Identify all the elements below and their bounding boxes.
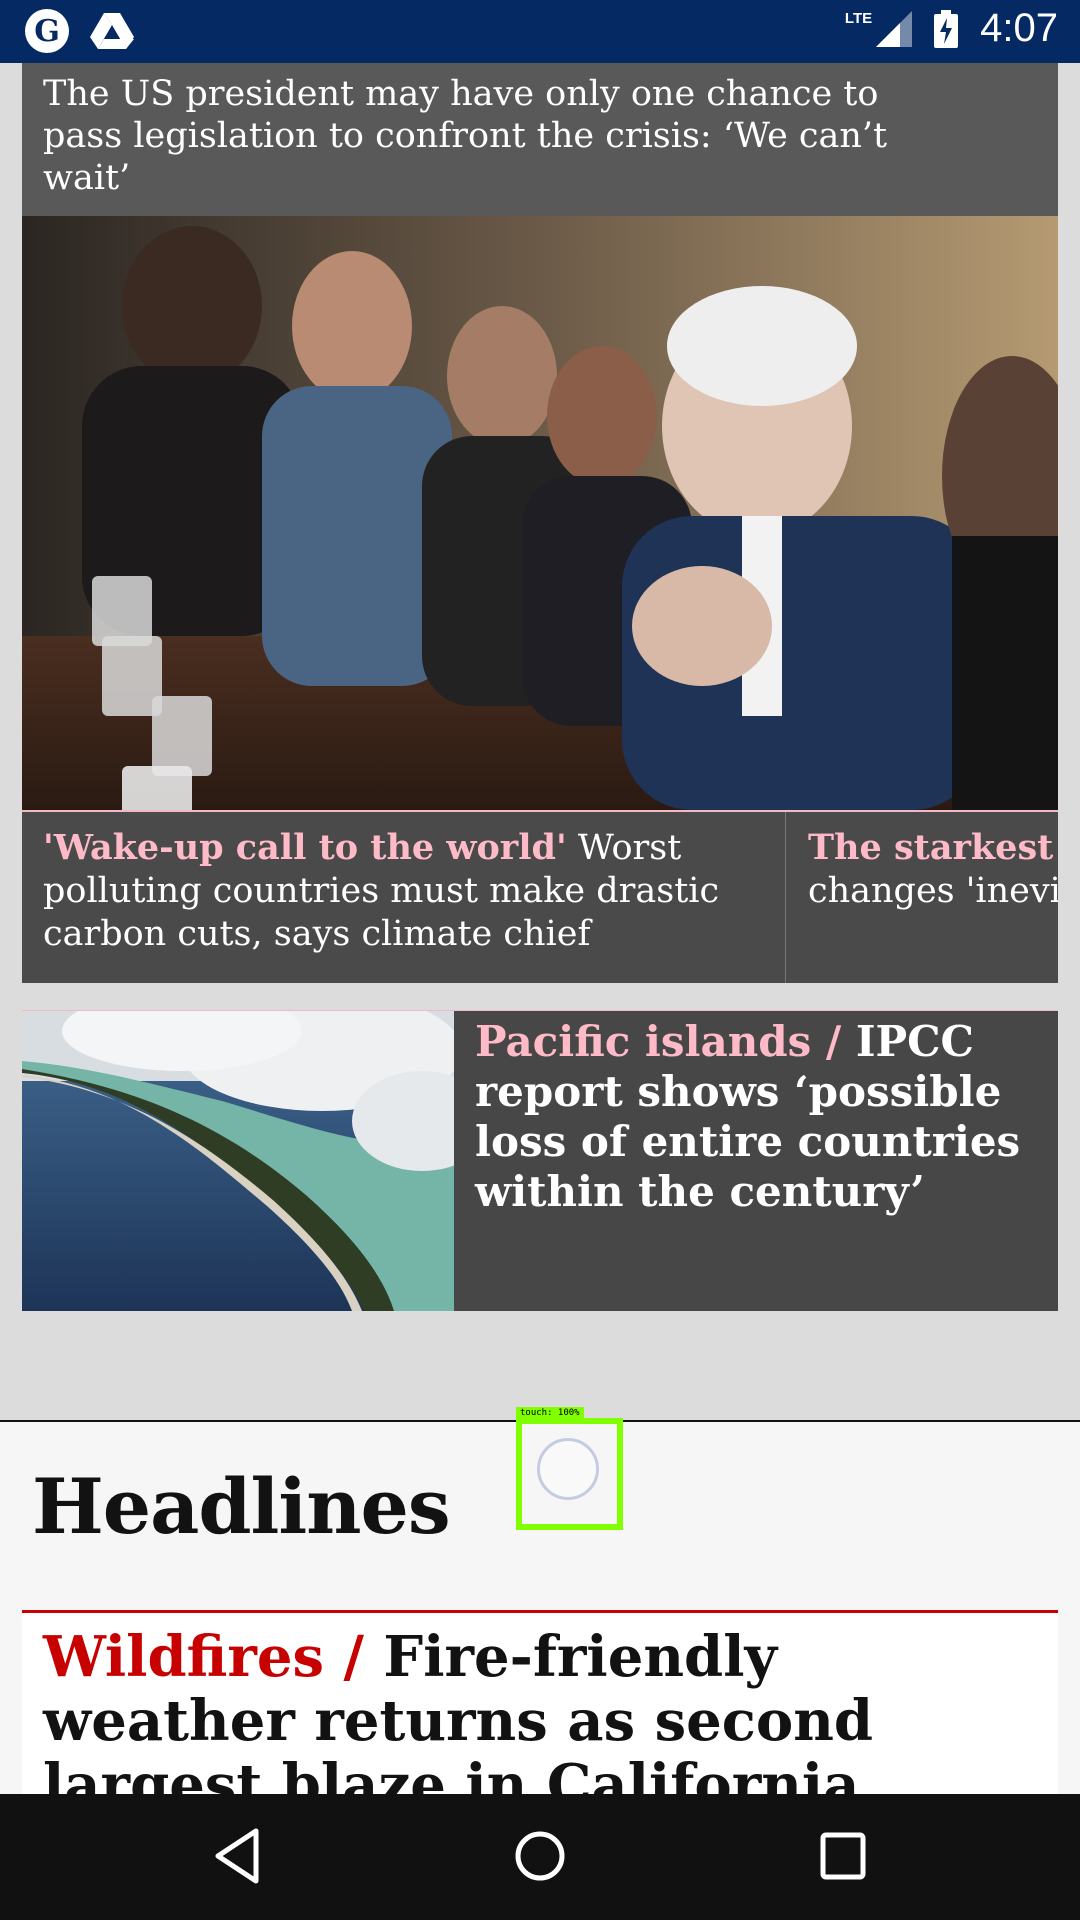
back-icon[interactable] <box>212 1827 262 1885</box>
cabinet-meeting-photo <box>22 216 1058 810</box>
svg-text:G: G <box>34 14 60 49</box>
atoll-photo <box>22 1011 454 1311</box>
recents-icon[interactable] <box>818 1827 868 1885</box>
article-kicker: Wildfires / <box>43 1624 364 1690</box>
network-type: LTE <box>844 10 873 27</box>
pacific-headline-block: Pacific islands / IPCC report shows ‘pos… <box>475 1017 1045 1217</box>
pacific-article-card[interactable]: Pacific islands / IPCC report shows ‘pos… <box>22 1010 1058 1311</box>
carousel-kicker: 'Wake-up call to the world' <box>43 827 567 868</box>
carousel-item[interactable]: The starkest w changes 'inevita <box>787 812 1058 983</box>
article-kicker: Pacific islands / <box>475 1017 842 1066</box>
top-article-card[interactable]: The US president may have only one chanc… <box>22 63 1058 216</box>
related-carousel[interactable]: 'Wake-up call to the world' Worst pollut… <box>22 810 1058 983</box>
wildfire-article-card[interactable]: Wildfires / Fire-friendly weather return… <box>22 1610 1058 1881</box>
signal-icon <box>876 10 913 47</box>
home-icon[interactable] <box>512 1827 568 1885</box>
touch-point <box>537 1438 599 1500</box>
carousel-headline: changes 'inevita <box>808 871 1058 911</box>
battery-charging-icon <box>934 9 959 48</box>
carousel-kicker: The starkest w <box>808 827 1058 868</box>
section-title: Headlines <box>32 1462 451 1551</box>
navigation-bar <box>0 1794 1080 1920</box>
guardian-logo-icon: G <box>25 9 69 53</box>
clock: 4:07 <box>980 6 1058 50</box>
status-bar: G LTE 4:07 <box>0 0 1080 63</box>
carousel-item[interactable]: 'Wake-up call to the world' Worst pollut… <box>22 812 786 983</box>
drive-icon <box>90 13 134 49</box>
hero-photo[interactable] <box>22 216 1058 810</box>
article-trail-text: The US president may have only one chanc… <box>43 74 888 198</box>
